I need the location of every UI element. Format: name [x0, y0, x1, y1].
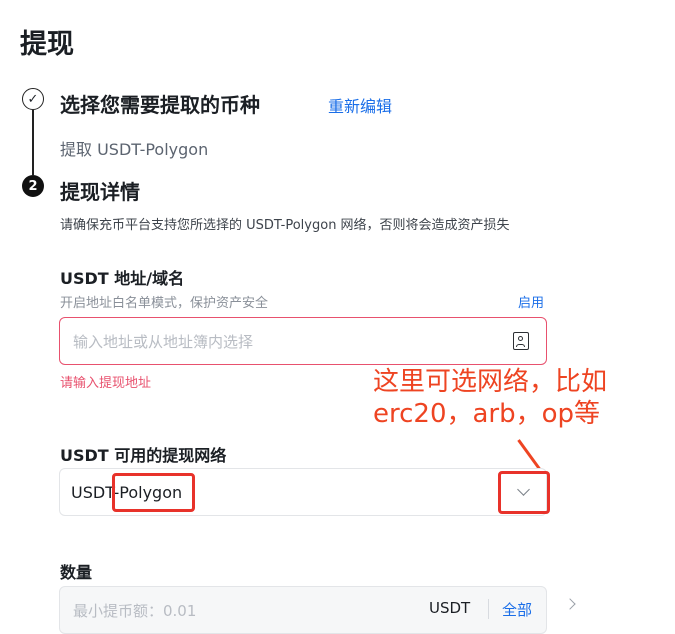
address-error-message: 请输入提现地址: [60, 376, 152, 391]
step-2-title: 提现详情: [60, 180, 140, 204]
step-1-summary: 提取 USDT-Polygon: [60, 140, 209, 159]
annotation-highlight-dropdown: [498, 471, 550, 514]
enable-whitelist-link[interactable]: 启用: [518, 292, 544, 311]
quantity-input[interactable]: [71, 599, 375, 623]
page-title: 提现: [20, 29, 74, 60]
quantity-field[interactable]: USDT 全部: [59, 586, 547, 634]
withdraw-all-button[interactable]: 全部: [502, 599, 532, 620]
whitelist-hint: 开启地址白名单模式，保护资产安全: [60, 296, 269, 311]
quantity-unit: USDT: [429, 599, 471, 617]
quantity-divider: [488, 599, 489, 619]
re-edit-link[interactable]: 重新编辑: [328, 93, 392, 117]
annotation-highlight-network: [112, 473, 195, 512]
annotation-line-2: erc20，arb，op等: [373, 399, 601, 429]
network-warning-hint: 请确保充币平台支持您所选择的 USDT-Polygon 网络，否则将会造成资产损…: [60, 218, 510, 233]
network-label: USDT 可用的提现网络: [60, 446, 227, 465]
address-input[interactable]: [71, 330, 495, 354]
step-1-check-icon: ✓: [22, 88, 44, 110]
address-field[interactable]: [59, 317, 547, 365]
annotation-line-1: 这里可选网络，比如: [373, 367, 608, 397]
step-2-badge: 2: [22, 175, 44, 197]
address-book-icon[interactable]: [513, 332, 529, 350]
step-1-title: 选择您需要提取的币种: [60, 93, 260, 117]
step-connector: [32, 110, 34, 175]
address-label: USDT 地址/域名: [60, 269, 185, 288]
quantity-label: 数量: [60, 563, 93, 582]
chevron-right-icon: [564, 598, 576, 610]
